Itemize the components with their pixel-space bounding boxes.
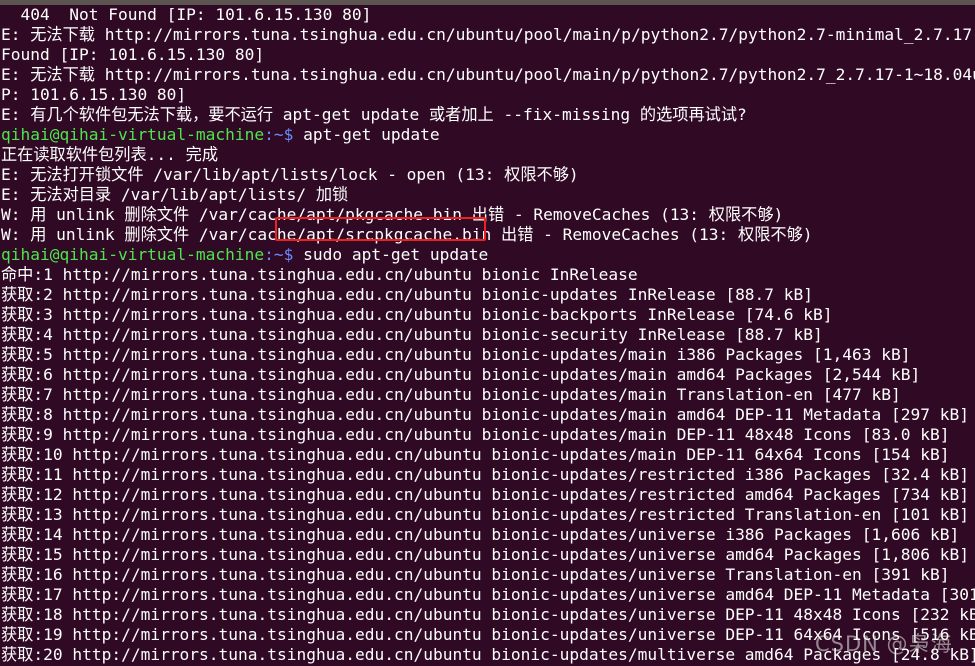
terminal-output-line: W: 用 unlink 删除文件 /var/cache/apt/pkgcache… [1,205,784,224]
terminal-prompt-line: qihai@qihai-virtual-machine:~$ apt-get u… [0,125,975,145]
prompt-user-host: qihai@qihai-virtual-machine [1,125,265,144]
prompt-path-symbol: :~$ [264,245,294,264]
terminal-output-line: P: 101.6.15.130 80] [1,85,187,104]
terminal-output-line: 获取:6 http://mirrors.tuna.tsinghua.edu.cn… [1,365,921,384]
terminal-output-area[interactable]: 404 Not Found [IP: 101.6.15.130 80] E: 无法… [0,5,975,666]
terminal-window: 404 Not Found [IP: 101.6.15.130 80] E: 无法… [0,0,975,666]
terminal-output-line: 正在读取软件包列表... 完成 [1,145,219,164]
terminal-output-line: 404 Not Found [IP: 101.6.15.130 80] [1,5,372,24]
terminal-output-line: 获取:11 http://mirrors.tuna.tsinghua.edu.c… [1,465,969,484]
terminal-output-line: 获取:5 http://mirrors.tuna.tsinghua.edu.cn… [1,345,911,364]
terminal-output-line: 获取:16 http://mirrors.tuna.tsinghua.edu.c… [1,565,950,584]
prompt-path-symbol: :~$ [264,125,294,144]
terminal-output-line: E: 无法下载 http://mirrors.tuna.tsinghua.edu… [1,65,975,84]
terminal-output-line: E: 无法下载 http://mirrors.tuna.tsinghua.edu… [1,25,975,44]
prompt-user-host: qihai@qihai-virtual-machine [1,245,265,264]
terminal-output-line: 获取:19 http://mirrors.tuna.tsinghua.edu.c… [1,625,975,644]
terminal-output-line: 获取:12 http://mirrors.tuna.tsinghua.edu.c… [1,485,969,504]
terminal-prompt-line: qihai@qihai-virtual-machine:~$ sudo apt-… [0,245,975,265]
terminal-output-line: 获取:4 http://mirrors.tuna.tsinghua.edu.cn… [1,325,823,344]
terminal-output-line: W: 用 unlink 删除文件 /var/cache/apt/srcpkgca… [1,225,813,244]
terminal-output-line: 获取:17 http://mirrors.tuna.tsinghua.edu.c… [1,585,975,604]
terminal-command-text[interactable]: sudo apt-get update [293,245,488,264]
terminal-output-line: 获取:3 http://mirrors.tuna.tsinghua.edu.cn… [1,305,833,324]
terminal-output-line: 获取:7 http://mirrors.tuna.tsinghua.edu.cn… [1,385,901,404]
terminal-output-line: 获取:15 http://mirrors.tuna.tsinghua.edu.c… [1,545,969,564]
terminal-output-line: 获取:13 http://mirrors.tuna.tsinghua.edu.c… [1,505,969,524]
terminal-output-line: Found [IP: 101.6.15.130 80] [1,45,265,64]
terminal-output-line: 获取:9 http://mirrors.tuna.tsinghua.edu.cn… [1,425,950,444]
terminal-output-line: 获取:20 http://mirrors.tuna.tsinghua.edu.c… [1,645,975,664]
terminal-output-line: E: 无法对目录 /var/lib/apt/lists/ 加锁 [1,185,349,204]
terminal-output-line: 获取:2 http://mirrors.tuna.tsinghua.edu.cn… [1,285,814,304]
terminal-output-line: 获取:10 http://mirrors.tuna.tsinghua.edu.c… [1,445,950,464]
terminal-output-line: 命中:1 http://mirrors.tuna.tsinghua.edu.cn… [1,265,638,284]
terminal-command-text[interactable]: apt-get update [293,125,439,144]
terminal-output-line: E: 有几个软件包无法下载，要不运行 apt-get update 或者加上 -… [1,105,747,124]
terminal-output-line: 获取:14 http://mirrors.tuna.tsinghua.edu.c… [1,525,960,544]
terminal-output-line: 获取:8 http://mirrors.tuna.tsinghua.edu.cn… [1,405,969,424]
terminal-output-line: 获取:18 http://mirrors.tuna.tsinghua.edu.c… [1,605,975,624]
terminal-output-line: E: 无法打开锁文件 /var/lib/apt/lists/lock - ope… [1,165,579,184]
